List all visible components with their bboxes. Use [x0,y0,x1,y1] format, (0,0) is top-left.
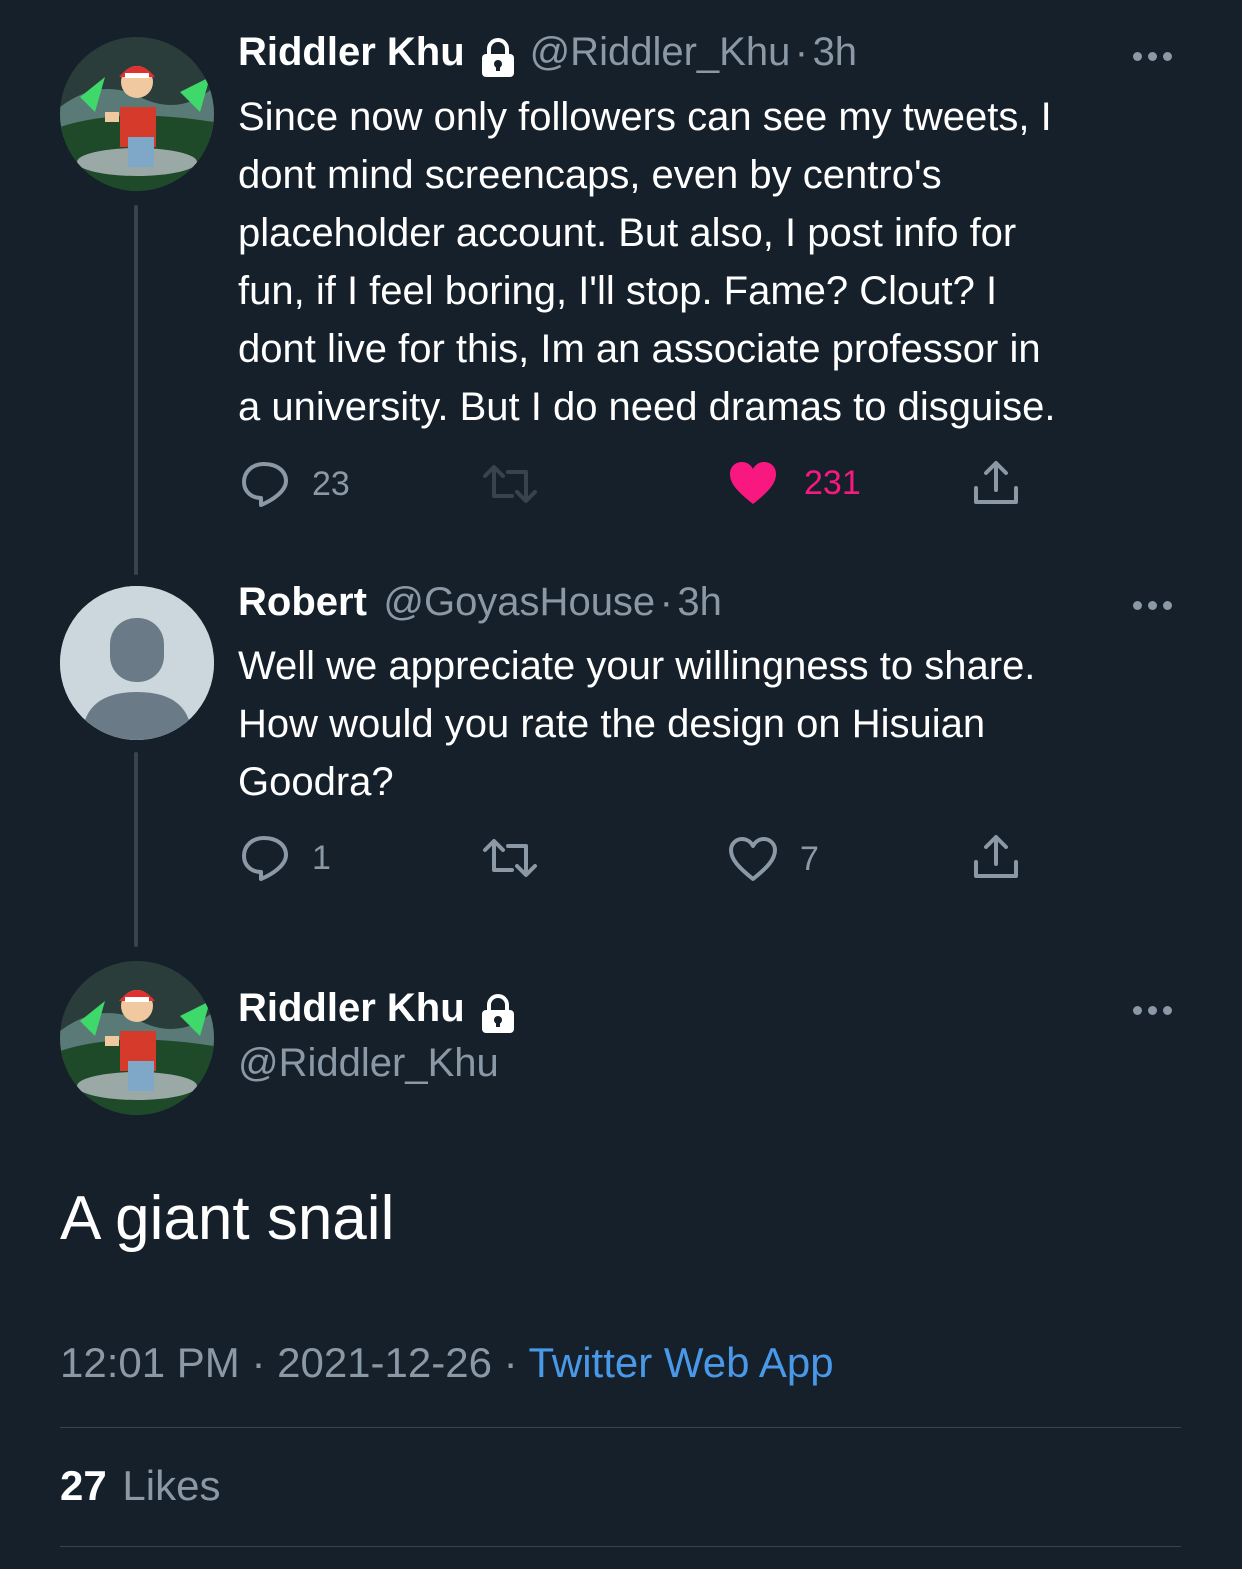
author-name[interactable]: Riddler Khu [238,986,465,1030]
author-handle[interactable]: @GoyasHouse [383,580,655,624]
reply-button[interactable]: 1 [240,834,331,882]
avatar[interactable] [60,961,214,1115]
tweet-metadata: 12:01 PM · 2021-12-26 · Twitter Web App [60,1339,834,1387]
tweet1-header: Riddler Khu @Riddler_Khu · 3h [238,30,857,83]
like-count: 7 [800,839,819,878]
more-options-icon[interactable] [1133,52,1172,61]
text-line: fun, if I feel boring, I'll stop. Fame? … [238,269,998,313]
lock-icon [479,994,517,1039]
reply-icon [242,462,288,507]
main-tweet-header: Riddler Khu [238,986,517,1039]
author-handle[interactable]: @Riddler_Khu [238,1041,499,1086]
retweet-button[interactable] [482,836,538,880]
source-link[interactable]: Twitter Web App [529,1339,834,1386]
reply-icon [242,836,288,881]
reply-count: 1 [312,838,331,877]
divider [60,1546,1181,1547]
avatar[interactable] [60,586,214,740]
reply-button[interactable]: 23 [240,460,350,508]
text-line: dont live for this, Im an associate prof… [238,327,1041,371]
likes-count: 27 [60,1462,107,1509]
thread-line [134,205,138,575]
text-line: Goodra? [238,760,394,804]
heart-icon [730,462,776,504]
reply-count: 23 [312,464,350,503]
like-button[interactable]: 7 [728,836,819,882]
thread-line [134,752,138,947]
more-options-icon[interactable] [1133,601,1172,610]
author-name[interactable]: Riddler Khu [238,30,465,74]
divider [60,1427,1181,1428]
likes-label: Likes [122,1462,221,1509]
like-count: 231 [804,463,861,502]
avatar[interactable] [60,37,214,191]
separator-dot: · [794,30,809,74]
tweet-text: Well we appreciate your willingness to s… [238,637,1198,811]
retweet-icon [483,839,537,877]
separator-dot: · [659,580,673,624]
text-line: placeholder account. But also, I post in… [238,211,1017,255]
author-name[interactable]: Robert [238,580,367,624]
separator-dot: · [251,1339,278,1386]
tweet-text: Since now only followers can see my twee… [238,88,1198,436]
share-icon [974,835,1018,878]
text-line: dont mind screencaps, even by centro's [238,153,942,197]
share-button[interactable] [972,458,1020,508]
retweet-button[interactable] [482,462,538,506]
heart-icon [729,837,777,881]
author-handle[interactable]: @Riddler_Khu [530,30,791,74]
more-options-icon[interactable] [1133,1006,1172,1015]
share-button[interactable] [972,832,1020,882]
text-line: How would you rate the design on Hisuian [238,702,986,746]
tweet-time[interactable]: 12:01 PM [60,1339,240,1386]
like-button[interactable]: 231 [728,460,861,506]
tweet2-header: Robert @GoyasHouse · 3h [238,580,722,625]
retweet-icon [483,465,537,503]
tweet-time[interactable]: 3h [813,30,858,74]
main-tweet-text: A giant snail [60,1184,395,1253]
text-line: Well we appreciate your willingness to s… [238,644,1036,688]
likes-stat[interactable]: 27 Likes [60,1462,220,1510]
tweet-time[interactable]: 3h [677,580,722,624]
separator-dot: · [503,1339,529,1386]
share-icon [974,461,1018,504]
text-line: a university. But I do need dramas to di… [238,385,1056,429]
tweet-date[interactable]: 2021-12-26 [277,1339,492,1386]
text-line: Since now only followers can see my twee… [238,95,1052,139]
lock-icon [479,38,517,83]
